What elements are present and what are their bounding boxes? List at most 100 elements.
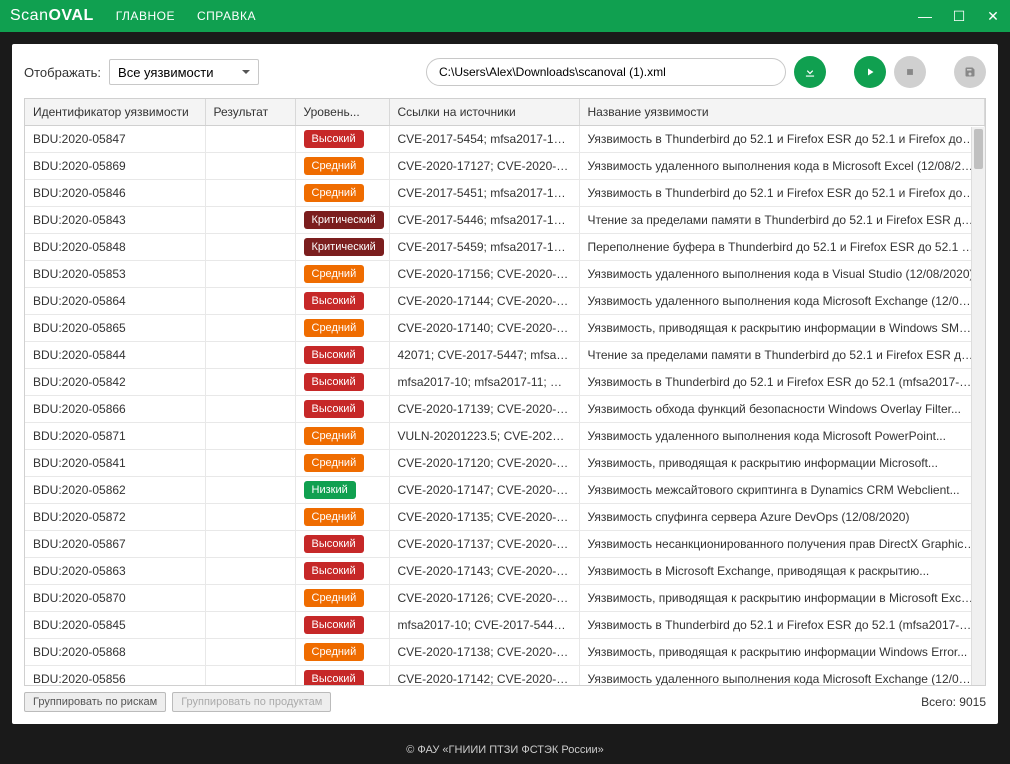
close-icon[interactable]: ✕ [986, 8, 1000, 25]
table-row[interactable]: BDU:2020-05862НизкийCVE-2020-17147; CVE-… [25, 477, 985, 504]
level-badge: Высокий [304, 373, 364, 391]
cell-id: BDU:2020-05867 [25, 531, 205, 558]
app-logo: ScanOVAL [10, 7, 94, 25]
cell-id: BDU:2020-05841 [25, 450, 205, 477]
level-badge: Средний [304, 319, 365, 337]
table-row[interactable]: BDU:2020-05841СреднийCVE-2020-17120; CVE… [25, 450, 985, 477]
cell-name: Уязвимость, приводящая к раскрытию инфор… [579, 585, 985, 612]
cell-id: BDU:2020-05848 [25, 234, 205, 261]
table-row[interactable]: BDU:2020-05865 Средний CVE-2020-17140; CVE… [25, 315, 985, 342]
table-row[interactable]: BDU:2020-05842Высокийmfsa2017-10; mfsa20… [25, 369, 985, 396]
table-row[interactable]: BDU:2020-05869СреднийCVE-2020-17127; CVE… [25, 153, 985, 180]
cell-result [205, 558, 295, 585]
cell-id: BDU:2020-05865 [25, 315, 205, 342]
cell-name: Уязвимость удаленного выполнения кода Mi… [579, 666, 985, 686]
cell-result [205, 315, 295, 342]
level-badge: Средний [304, 643, 365, 661]
table-row[interactable]: BDU:2020-05847 Высокий CVE-2017-5454; mfsa… [25, 126, 985, 153]
level-badge: Критический [304, 211, 384, 229]
cell-sources: CVE-2020-17126; CVE-2020-17126 [389, 585, 579, 612]
level-badge: Высокий [304, 670, 364, 685]
cell-result [205, 666, 295, 686]
cell-level: Высокий [295, 558, 389, 585]
maximize-icon[interactable]: ☐ [952, 8, 966, 25]
col-name[interactable]: Название уязвимости [579, 99, 985, 126]
filter-select[interactable]: Все уязвимости [109, 59, 259, 85]
logo-oval: OVAL [48, 7, 93, 24]
group-by-products-button[interactable]: Группировать по продуктам [172, 692, 331, 712]
table-row[interactable]: BDU:2020-05872СреднийCVE-2020-17135; CVE… [25, 504, 985, 531]
cell-name: Уязвимость, приводящая к раскрытию инфор… [579, 315, 985, 342]
cell-id: BDU:2020-05866 [25, 396, 205, 423]
scrollbar[interactable] [971, 127, 985, 685]
col-level[interactable]: Уровень... [295, 99, 389, 126]
save-icon [964, 66, 976, 78]
col-sources[interactable]: Ссылки на источники [389, 99, 579, 126]
filter-value: Все уязвимости [118, 65, 213, 80]
table-row[interactable]: BDU:2020-05867ВысокийCVE-2020-17137; CVE… [25, 531, 985, 558]
cell-name: Уязвимость в Microsoft Exchange, приводя… [579, 558, 985, 585]
level-badge: Высокий [304, 346, 364, 364]
stop-button[interactable] [894, 56, 926, 88]
level-badge: Высокий [304, 400, 364, 418]
cell-sources: CVE-2020-17140; CVE-2020-17140 [389, 315, 579, 342]
menu-main[interactable]: ГЛАВНОЕ [116, 9, 175, 23]
cell-sources: CVE-2017-5454; mfsa2017-13; mfsa [389, 126, 579, 153]
table-row[interactable]: BDU:2020-05843КритическийCVE-2017-5446; … [25, 207, 985, 234]
table-row[interactable]: BDU:2020-05866ВысокийCVE-2020-17139; CVE… [25, 396, 985, 423]
level-badge: Средний [304, 265, 365, 283]
cell-level: Средний [295, 261, 389, 288]
table-row[interactable]: BDU:2020-05848КритическийCVE-2017-5459; … [25, 234, 985, 261]
cell-result [205, 126, 295, 153]
cell-id: BDU:2020-05846 [25, 180, 205, 207]
cell-sources: CVE-2020-17143; CVE-2020-17143 [389, 558, 579, 585]
cell-id: BDU:2020-05842 [25, 369, 205, 396]
menu-help[interactable]: СПРАВКА [197, 9, 256, 23]
table-row[interactable]: BDU:2020-05844Высокий42071; CVE-2017-544… [25, 342, 985, 369]
cell-level: Высокий [295, 612, 389, 639]
cell-sources: CVE-2020-17156; CVE-2020-17156 [389, 261, 579, 288]
table-row[interactable]: BDU:2020-05863ВысокийCVE-2020-17143; CVE… [25, 558, 985, 585]
cell-level: Средний [295, 180, 389, 207]
level-badge: Высокий [304, 130, 364, 148]
level-badge: Средний [304, 589, 365, 607]
cell-result [205, 261, 295, 288]
scrollbar-thumb[interactable] [974, 129, 983, 169]
cell-level: Высокий [295, 396, 389, 423]
cell-result [205, 450, 295, 477]
play-icon [864, 66, 876, 78]
cell-level: Критический [295, 207, 389, 234]
cell-level: Высокий [295, 288, 389, 315]
table-row[interactable]: BDU:2020-05846СреднийCVE-2017-5451; mfsa… [25, 180, 985, 207]
table-row[interactable]: BDU:2020-05864ВысокийCVE-2020-17144; CVE… [25, 288, 985, 315]
save-button[interactable] [954, 56, 986, 88]
table-row[interactable]: BDU:2020-05856ВысокийCVE-2020-17142; CVE… [25, 666, 985, 686]
file-path-input[interactable]: C:\Users\Alex\Downloads\scanoval (1).xml [426, 58, 786, 86]
cell-name: Уязвимость несанкционированного получени… [579, 531, 985, 558]
table-row[interactable]: BDU:2020-05853СреднийCVE-2020-17156; CVE… [25, 261, 985, 288]
level-badge: Высокий [304, 292, 364, 310]
col-id[interactable]: Идентификатор уязвимости [25, 99, 205, 126]
download-button[interactable] [794, 56, 826, 88]
table-row[interactable]: BDU:2020-05871СреднийVULN-20201223.5; CV… [25, 423, 985, 450]
level-badge: Высокий [304, 562, 364, 580]
table-row[interactable]: BDU:2020-05868СреднийCVE-2020-17138; CVE… [25, 639, 985, 666]
play-button[interactable] [854, 56, 886, 88]
cell-id: BDU:2020-05869 [25, 153, 205, 180]
cell-id: BDU:2020-05844 [25, 342, 205, 369]
cell-id: BDU:2020-05847 [25, 126, 205, 153]
cell-name: Уязвимость, приводящая к раскрытию инфор… [579, 450, 985, 477]
table-row[interactable]: BDU:2020-05845Высокийmfsa2017-10; CVE-20… [25, 612, 985, 639]
cell-result [205, 234, 295, 261]
minimize-icon[interactable]: — [918, 8, 932, 25]
table-row[interactable]: BDU:2020-05870СреднийCVE-2020-17126; CVE… [25, 585, 985, 612]
group-by-risks-button[interactable]: Группировать по рискам [24, 692, 166, 712]
cell-sources: CVE-2020-17138; CVE-2020-17138 [389, 639, 579, 666]
copyright-text: © ФАУ «ГНИИИ ПТЗИ ФСТЭК России» [406, 744, 604, 756]
cell-level: Высокий [295, 369, 389, 396]
col-result[interactable]: Результат [205, 99, 295, 126]
level-badge: Средний [304, 454, 365, 472]
table-header-row: Идентификатор уязвимости Результат Урове… [25, 99, 985, 126]
file-path-text: C:\Users\Alex\Downloads\scanoval (1).xml [439, 65, 666, 79]
display-label: Отображать: [24, 65, 101, 80]
